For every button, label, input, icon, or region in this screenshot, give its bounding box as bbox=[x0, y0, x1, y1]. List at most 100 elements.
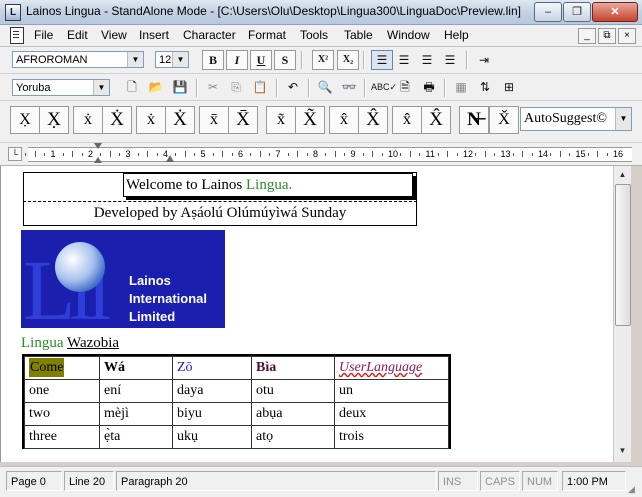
indent-marker-icon[interactable] bbox=[94, 143, 102, 165]
table-cell[interactable]: atọ bbox=[251, 425, 335, 449]
paragraph-icon[interactable]: ⇥ bbox=[474, 50, 494, 70]
menu-format[interactable]: Format bbox=[248, 28, 286, 42]
menu-tools[interactable]: Tools bbox=[300, 28, 328, 42]
cut-icon[interactable]: ✂ bbox=[203, 77, 223, 97]
underline-button[interactable]: U bbox=[250, 50, 272, 70]
print-icon[interactable]: 🖶 bbox=[419, 77, 439, 97]
char-button[interactable]: x̂ bbox=[392, 106, 422, 134]
menu-view[interactable]: View bbox=[101, 28, 127, 42]
justify-icon[interactable]: ☰ bbox=[440, 50, 460, 70]
size-combo[interactable]: 12 ▼ bbox=[155, 51, 189, 68]
char-button[interactable]: Ẋ bbox=[165, 106, 195, 134]
doc-restore-button[interactable]: ⧉ bbox=[598, 28, 616, 44]
language-combo[interactable]: Yoruba ▼ bbox=[12, 79, 110, 96]
bold-button[interactable]: B bbox=[202, 50, 224, 70]
scroll-up-icon[interactable]: ▲ bbox=[616, 168, 629, 182]
char-button[interactable]: X̌ bbox=[489, 106, 519, 134]
document-icon[interactable] bbox=[10, 27, 24, 44]
close-button[interactable]: ✕ bbox=[592, 2, 638, 22]
char-button[interactable]: x̃ bbox=[266, 106, 296, 134]
table-cell[interactable]: ení bbox=[99, 379, 173, 403]
menu-edit[interactable]: Edit bbox=[67, 28, 88, 42]
char-button[interactable]: ẋ bbox=[136, 106, 166, 134]
table-cell[interactable]: un bbox=[334, 379, 449, 403]
menu-character[interactable]: Character bbox=[183, 28, 236, 42]
spellcheck-icon[interactable]: ABC✓ bbox=[371, 77, 397, 97]
size-dropdown-icon[interactable]: ▼ bbox=[172, 52, 188, 67]
doc-close-button[interactable]: × bbox=[618, 28, 636, 44]
table-cell[interactable]: ẹ̀ta bbox=[99, 425, 173, 449]
table-cell[interactable]: Bìa bbox=[251, 356, 335, 380]
vertical-scrollbar[interactable]: ▲ ▼ bbox=[613, 166, 631, 462]
sort-icon[interactable]: ⇅ bbox=[475, 77, 495, 97]
menu-insert[interactable]: Insert bbox=[139, 28, 169, 42]
app-icon[interactable]: L bbox=[5, 4, 21, 21]
doc-minimize-button[interactable]: _ bbox=[578, 28, 596, 44]
table-cell[interactable]: abụa bbox=[251, 402, 335, 426]
char-button[interactable]: x̂ bbox=[329, 106, 359, 134]
document-area[interactable]: Welcome to Lainos Lingua. Developed by A… bbox=[0, 166, 614, 462]
ruler-strip[interactable]: 1 2 3 4 5 6 7 8 9 10 11 12 13 14 15 16 bbox=[25, 147, 632, 162]
paste-icon[interactable]: 📋 bbox=[250, 77, 270, 97]
table-cell[interactable]: biyu bbox=[172, 402, 252, 426]
table-cell[interactable]: trois bbox=[334, 425, 449, 449]
ruler[interactable]: └ 1 2 3 4 5 6 7 8 9 10 11 12 13 14 15 16 bbox=[0, 143, 642, 166]
char-button[interactable]: x̄ bbox=[199, 106, 229, 134]
subscript-button[interactable]: X₂ bbox=[337, 50, 359, 70]
find-icon[interactable]: 🔍 bbox=[315, 77, 335, 97]
undo-icon[interactable]: ↶ bbox=[283, 77, 303, 97]
save-icon[interactable]: 💾 bbox=[170, 77, 190, 97]
menu-window[interactable]: Window bbox=[387, 28, 430, 42]
autosuggest-combo[interactable]: AutoSuggest© ▼ bbox=[520, 107, 632, 131]
table-cell[interactable]: three bbox=[24, 425, 100, 449]
table-cell[interactable]: otu bbox=[251, 379, 335, 403]
autosuggest-dropdown-icon[interactable]: ▼ bbox=[615, 108, 631, 130]
table-cell[interactable]: Wá bbox=[99, 356, 173, 380]
char-button[interactable]: X̂ bbox=[421, 106, 451, 134]
copy-icon[interactable]: ⎘ bbox=[226, 77, 246, 97]
table-cell[interactable]: daya bbox=[172, 379, 252, 403]
open-folder-icon[interactable]: 📂 bbox=[146, 77, 166, 97]
table-cell[interactable]: mèjì bbox=[99, 402, 173, 426]
align-right-icon[interactable]: ☰ bbox=[417, 50, 437, 70]
strike-button[interactable]: S bbox=[274, 50, 296, 70]
binoculars-icon[interactable]: 👓 bbox=[339, 77, 359, 97]
table-cell[interactable]: Zō bbox=[172, 356, 252, 380]
caption-wazobia[interactable]: Wazobia bbox=[67, 335, 119, 351]
align-center-icon[interactable]: ☰ bbox=[394, 50, 414, 70]
table-cell[interactable]: Come bbox=[24, 356, 100, 380]
superscript-button[interactable]: X² bbox=[312, 50, 334, 70]
right-indent-marker-icon[interactable] bbox=[166, 155, 174, 162]
char-button[interactable]: Ẋ bbox=[102, 106, 132, 134]
align-left-icon[interactable]: ☰ bbox=[371, 50, 393, 70]
maximize-button[interactable]: ❐ bbox=[563, 2, 591, 22]
table-cell[interactable]: deux bbox=[334, 402, 449, 426]
char-button[interactable]: X̣ bbox=[39, 106, 69, 134]
scroll-down-icon[interactable]: ▼ bbox=[616, 444, 629, 458]
tab-stop-icon[interactable]: └ bbox=[8, 147, 22, 161]
char-button[interactable]: X̂ bbox=[358, 106, 388, 134]
char-button[interactable]: X̃ bbox=[295, 106, 325, 134]
char-button[interactable]: N̶ bbox=[459, 106, 489, 134]
welcome-text-box[interactable]: Welcome to Lainos Lingua. bbox=[123, 173, 413, 197]
font-combo[interactable]: AFROROMAN ▼ bbox=[12, 51, 144, 68]
char-button[interactable]: X̄ bbox=[228, 106, 258, 134]
language-dropdown-icon[interactable]: ▼ bbox=[93, 80, 109, 95]
menu-help[interactable]: Help bbox=[444, 28, 469, 42]
table-cell[interactable]: UserLanguage bbox=[334, 356, 449, 380]
font-dropdown-icon[interactable]: ▼ bbox=[127, 52, 143, 67]
italic-button[interactable]: I bbox=[226, 50, 248, 70]
char-button[interactable]: X̣ bbox=[10, 106, 40, 134]
menu-table[interactable]: Table bbox=[344, 28, 373, 42]
insert-table-icon[interactable]: ⊞ bbox=[499, 77, 519, 97]
table-grid-icon[interactable]: ▦ bbox=[451, 77, 471, 97]
print-preview-icon[interactable]: 🗎 bbox=[395, 77, 415, 97]
resize-grip-icon[interactable]: ◢ bbox=[628, 483, 640, 495]
table-cell[interactable]: one bbox=[24, 379, 100, 403]
char-button[interactable]: ẋ bbox=[73, 106, 103, 134]
title-bar[interactable]: L Lainos Lingua - StandAlone Mode - [C:\… bbox=[0, 0, 642, 25]
minimize-button[interactable]: – bbox=[534, 2, 562, 22]
table-cell[interactable]: two bbox=[24, 402, 100, 426]
new-document-icon[interactable]: 🗋 bbox=[122, 77, 142, 97]
table-cell[interactable]: ukụ bbox=[172, 425, 252, 449]
